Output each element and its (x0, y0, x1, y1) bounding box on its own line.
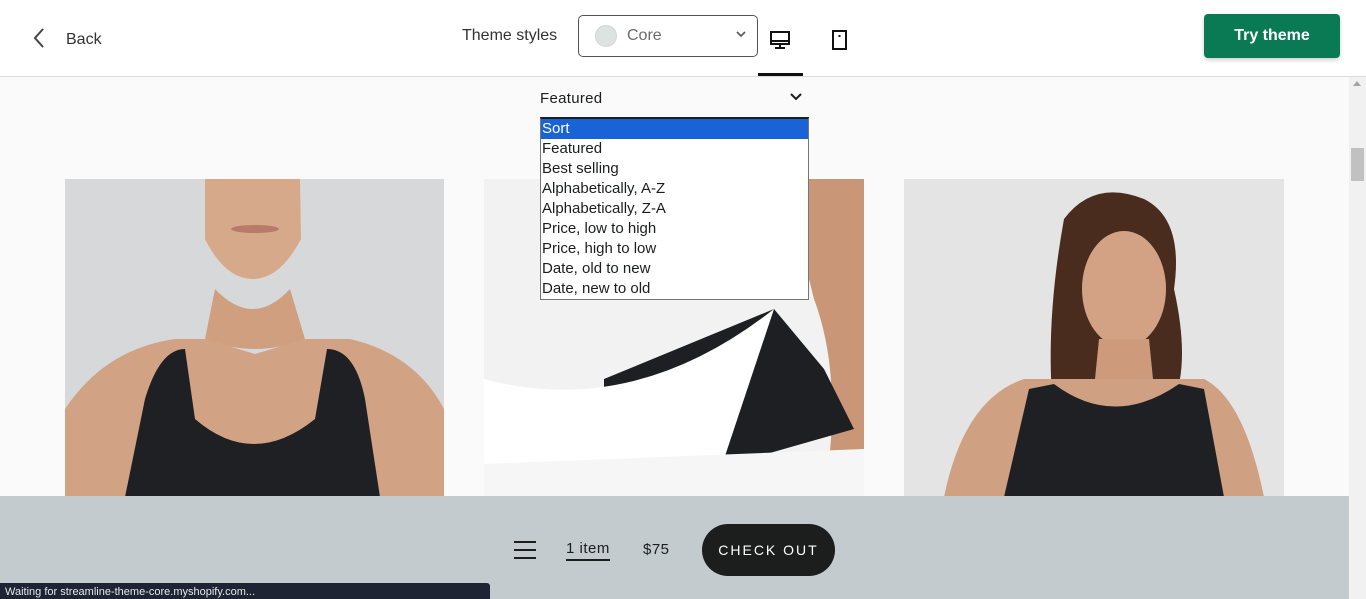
mobile-icon (828, 29, 850, 56)
theme-style-value: Core (627, 27, 662, 44)
sort-dropdown-list: Sort Featured Best selling Alphabeticall… (540, 117, 809, 300)
store-preview: Featured Sort Featured Best selling Alph… (0, 77, 1349, 599)
sort-current-value: Featured (540, 89, 603, 107)
product-image[interactable] (65, 179, 444, 497)
try-theme-button[interactable]: Try theme (1204, 14, 1340, 58)
preview-topbar: Back Theme styles Core Try theme (0, 0, 1366, 77)
sort-option[interactable]: Sort (541, 119, 808, 139)
sort-option[interactable]: Date, old to new (541, 259, 808, 279)
scrollbar-thumb[interactable] (1351, 148, 1364, 181)
theme-style-select[interactable]: Core (578, 15, 758, 57)
theme-styles-label: Theme styles (462, 27, 558, 44)
scroll-up-arrow-icon[interactable] (1353, 81, 1361, 86)
sort-option[interactable]: Date, new to old (541, 279, 808, 299)
product-image[interactable] (904, 179, 1284, 497)
desktop-icon (769, 29, 791, 56)
sort-option[interactable]: Featured (541, 139, 808, 159)
chevron-down-icon (790, 89, 802, 107)
color-swatch-icon (595, 25, 617, 47)
checkout-button[interactable]: CHECK OUT (702, 524, 835, 576)
chevron-down-icon (735, 27, 747, 45)
back-button[interactable]: Back (30, 22, 102, 58)
sort-option[interactable]: Best selling (541, 159, 808, 179)
sort-option[interactable]: Alphabetically, Z-A (541, 199, 808, 219)
browser-status-text: Waiting for streamline-theme-core.myshop… (0, 583, 490, 599)
back-label: Back (66, 31, 102, 48)
scrollbar[interactable] (1349, 77, 1366, 599)
sort-option[interactable]: Price, high to low (541, 239, 808, 259)
desktop-view-button[interactable] (758, 22, 803, 76)
mobile-view-button[interactable] (817, 22, 861, 62)
sort-option[interactable]: Price, low to high (541, 219, 808, 239)
cart-item-count[interactable]: 1 item (566, 540, 610, 561)
menu-icon[interactable] (514, 541, 536, 559)
sort-select[interactable]: Featured (540, 85, 802, 111)
cart-total: $75 (643, 541, 670, 558)
chevron-left-icon (30, 26, 50, 55)
sort-option[interactable]: Alphabetically, A-Z (541, 179, 808, 199)
